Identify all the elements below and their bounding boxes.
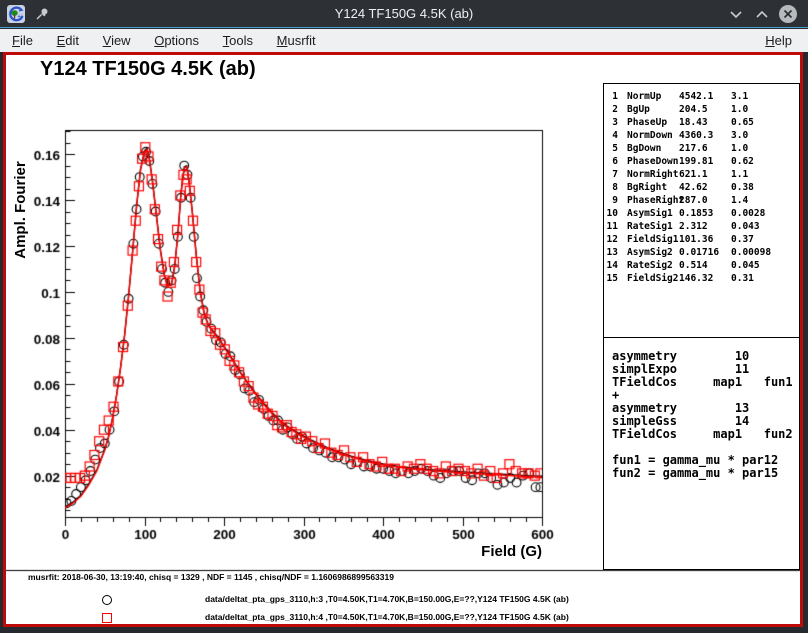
- root-canvas[interactable]: Y124 TF150G 4.5K (ab) Ampl. Fourier Fiel…: [3, 52, 803, 627]
- param-row: 11RateSig12.3120.043: [604, 220, 799, 233]
- param-row: 1NormUp4542.13.1: [604, 90, 799, 103]
- menu-options[interactable]: Options: [144, 29, 209, 52]
- menu-tools[interactable]: Tools: [213, 29, 263, 52]
- window-title: Y124 TF150G 4.5K (ab): [0, 0, 808, 27]
- legend-circle-marker: [102, 595, 112, 605]
- menu-file[interactable]: File: [2, 29, 43, 52]
- param-row: 10AsymSig10.18530.0028: [604, 207, 799, 220]
- param-row: 6PhaseDown199.810.62: [604, 155, 799, 168]
- menu-help[interactable]: Help: [755, 29, 802, 52]
- param-row: 2BgUp204.51.0: [604, 103, 799, 116]
- plot-title: Y124 TF150G 4.5K (ab): [40, 58, 256, 81]
- menu-musrfit[interactable]: Musrfit: [267, 29, 326, 52]
- fit-status-line: musrfit: 2018-06-30, 13:19:40, chisq = 1…: [28, 572, 394, 582]
- theory-line: TFieldCos map1 fun2: [612, 428, 799, 441]
- close-button[interactable]: [778, 4, 798, 24]
- theory-line: fun2 = gamma_mu * par15: [612, 467, 799, 480]
- legend-entry-h4: data/deltat_pta_gps_3110,h:4 ,T0=4.50K,T…: [205, 612, 569, 622]
- param-row: 3PhaseUp18.430.65: [604, 116, 799, 129]
- param-row: 8BgRight42.620.38: [604, 181, 799, 194]
- menubar: File Edit View Options Tools Musrfit Hel…: [0, 29, 808, 52]
- param-row: 4NormDown4360.33.0: [604, 129, 799, 142]
- param-row: 7NormRight621.11.1: [604, 168, 799, 181]
- param-row: 14RateSig20.5140.045: [604, 259, 799, 272]
- param-row: 12FieldSig1101.360.37: [604, 233, 799, 246]
- legend-square-marker: [102, 613, 112, 623]
- param-row: 13AsymSig20.017160.00098: [604, 246, 799, 259]
- x-axis-label: Field (G): [392, 543, 542, 560]
- param-row: 9PhaseRight287.01.4: [604, 194, 799, 207]
- menu-view[interactable]: View: [93, 29, 141, 52]
- theory-box: asymmetry 10simplExpo 11TFieldCos map1 f…: [603, 338, 800, 570]
- param-row: 5BgDown217.61.0: [604, 142, 799, 155]
- fit-parameter-box: 1NormUp4542.13.12BgUp204.51.03PhaseUp18.…: [603, 83, 800, 338]
- titlebar[interactable]: ++ Y124 TF150G 4.5K (ab): [0, 0, 808, 28]
- param-row: 15FieldSig2146.320.31: [604, 272, 799, 285]
- y-axis-label: Ampl. Fourier: [12, 129, 28, 291]
- legend-entry-h3: data/deltat_pta_gps_3110,h:3 ,T0=4.50K,T…: [205, 594, 569, 604]
- theory-line: TFieldCos map1 fun1: [612, 376, 799, 389]
- maximize-button[interactable]: [752, 4, 772, 24]
- menu-edit[interactable]: Edit: [47, 29, 89, 52]
- minimize-button[interactable]: [726, 4, 746, 24]
